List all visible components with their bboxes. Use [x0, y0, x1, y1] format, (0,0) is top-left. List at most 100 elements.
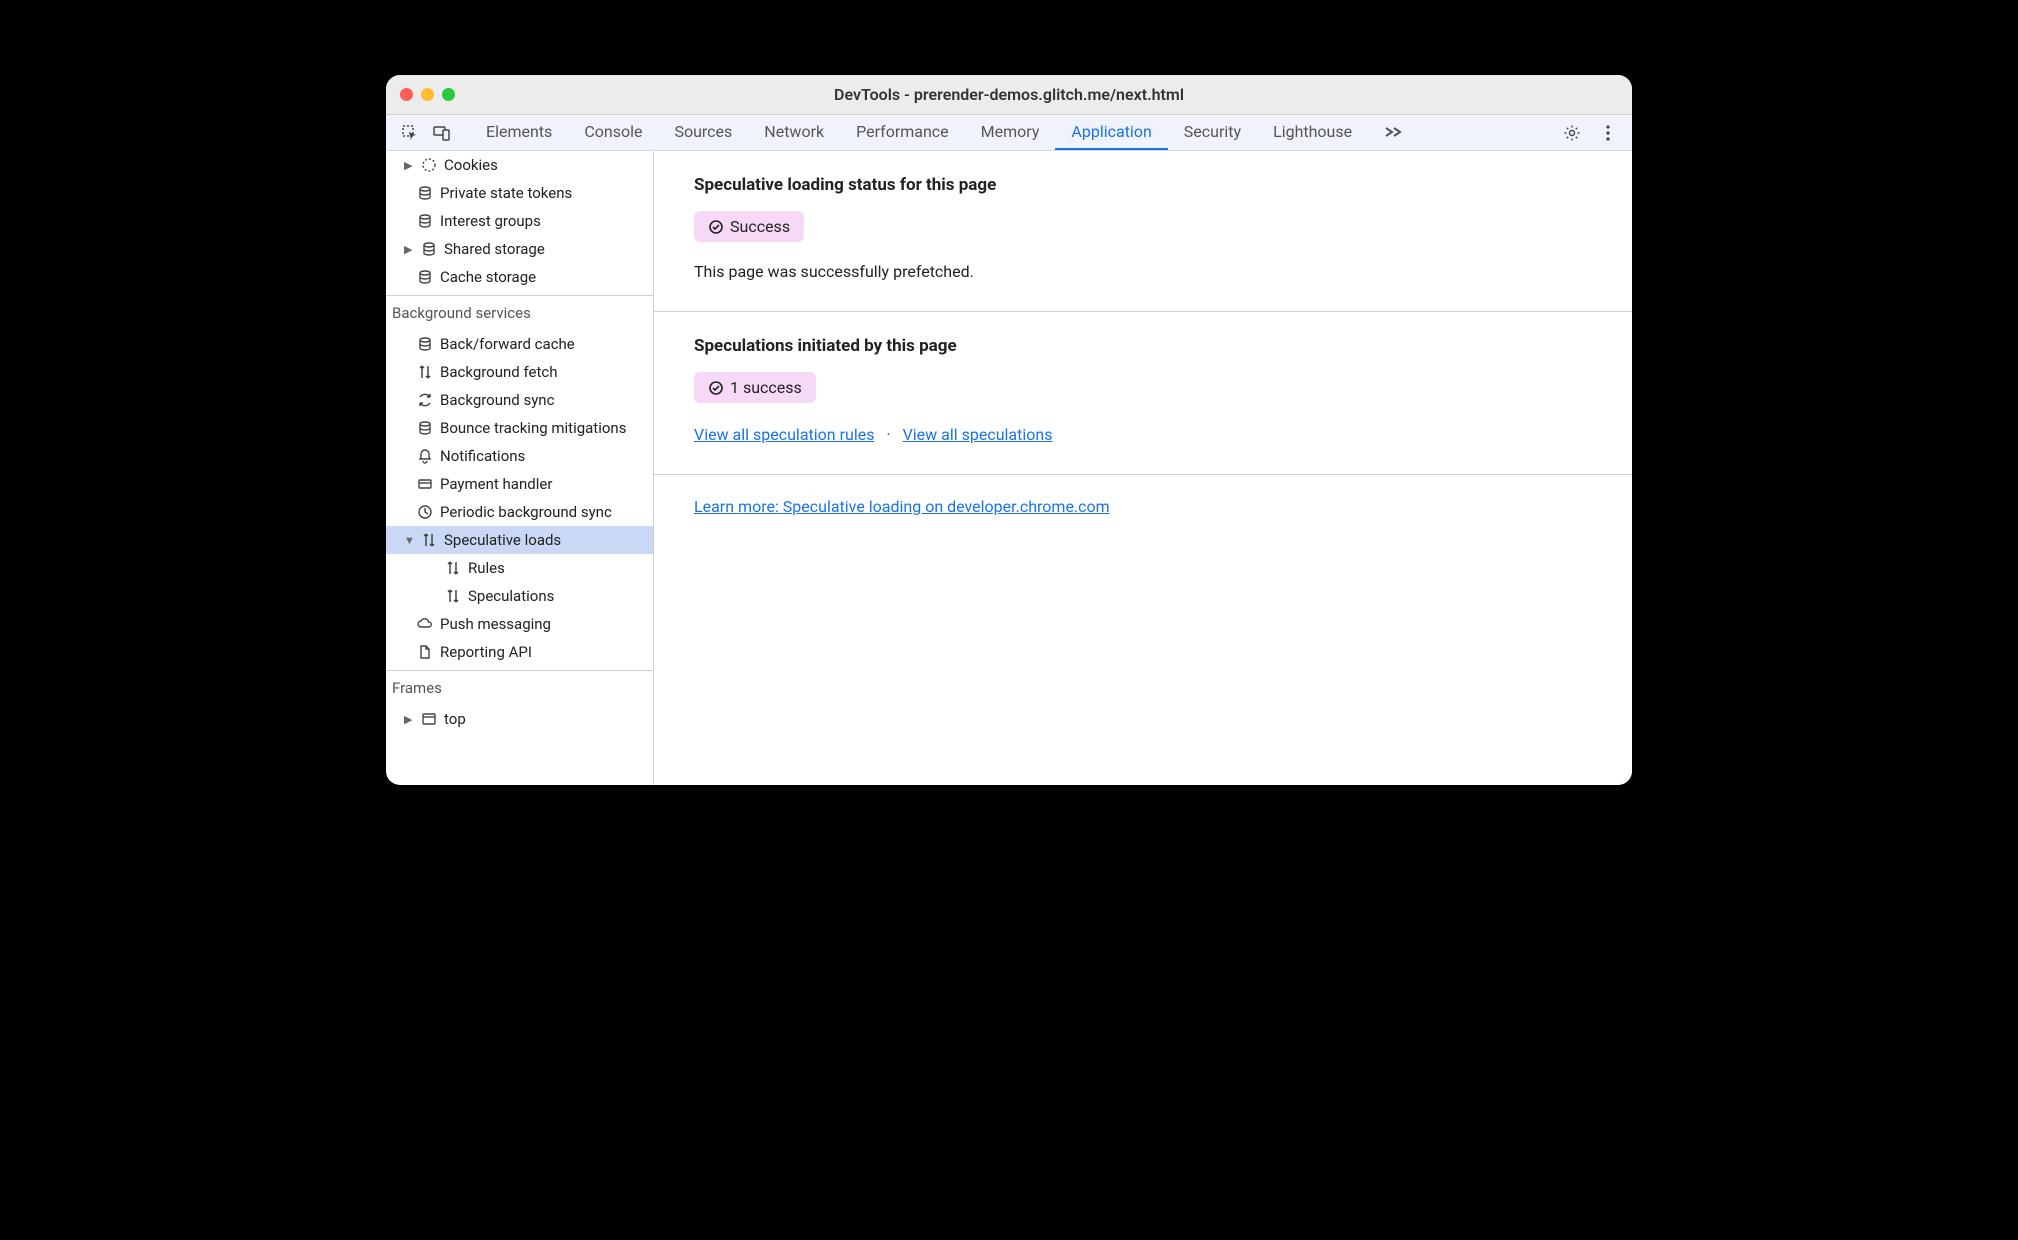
sidebar-section-frames: Frames [386, 671, 653, 705]
panel-tabs: Elements Console Sources Network Perform… [470, 115, 1418, 150]
tab-console[interactable]: Console [568, 115, 658, 150]
sidebar-section-background-services: Background services [386, 296, 653, 330]
collapse-arrow-icon: ▼ [404, 534, 414, 547]
close-window-button[interactable] [400, 88, 413, 101]
window-controls [386, 88, 455, 101]
card-icon [416, 475, 434, 493]
tab-memory[interactable]: Memory [965, 115, 1056, 150]
sidebar-item-background-fetch[interactable]: Background fetch [386, 358, 653, 386]
expand-arrow-icon: ▶ [404, 713, 414, 726]
sidebar-item-speculations[interactable]: Speculations [386, 582, 653, 610]
maximize-window-button[interactable] [442, 88, 455, 101]
tab-network[interactable]: Network [748, 115, 840, 150]
sidebar-item-push-messaging[interactable]: Push messaging [386, 610, 653, 638]
sidebar-item-label: Speculations [468, 587, 554, 605]
bell-icon [416, 447, 434, 465]
sidebar-item-label: Notifications [440, 447, 525, 465]
sidebar-item-label: Periodic background sync [440, 503, 612, 521]
view-rules-link[interactable]: View all speculation rules [694, 425, 874, 444]
sidebar-item-label: Cookies [444, 156, 498, 174]
sidebar-item-label: Background sync [440, 391, 554, 409]
sidebar-item-cookies[interactable]: ▶ Cookies [386, 151, 653, 179]
inspect-element-icon[interactable] [396, 119, 424, 147]
tab-application[interactable]: Application [1055, 115, 1167, 150]
content-area: ▶ Cookies Private state tokens Interest … [386, 151, 1632, 785]
sidebar-item-periodic-background-sync[interactable]: Periodic background sync [386, 498, 653, 526]
sidebar-item-label: Back/forward cache [440, 335, 575, 353]
devtools-toolbar: Elements Console Sources Network Perform… [386, 115, 1632, 151]
view-speculations-link[interactable]: View all speculations [903, 425, 1053, 444]
sidebar-item-shared-storage[interactable]: ▶ Shared storage [386, 235, 653, 263]
initiated-badge-label: 1 success [730, 378, 802, 397]
database-icon [416, 419, 434, 437]
database-icon [416, 268, 434, 286]
application-sidebar: ▶ Cookies Private state tokens Interest … [386, 151, 654, 785]
devtools-window: DevTools - prerender-demos.glitch.me/nex… [386, 75, 1632, 785]
tab-lighthouse[interactable]: Lighthouse [1257, 115, 1368, 150]
sidebar-item-back-forward-cache[interactable]: Back/forward cache [386, 330, 653, 358]
sidebar-item-private-state-tokens[interactable]: Private state tokens [386, 179, 653, 207]
more-tabs-icon[interactable] [1368, 115, 1418, 150]
tab-performance[interactable]: Performance [840, 115, 965, 150]
database-icon [420, 240, 438, 258]
sidebar-item-label: Interest groups [440, 212, 541, 230]
sidebar-item-label: Cache storage [440, 268, 536, 286]
main-panel: Speculative loading status for this page… [654, 151, 1632, 785]
sidebar-item-rules[interactable]: Rules [386, 554, 653, 582]
sidebar-item-label: Payment handler [440, 475, 552, 493]
sidebar-item-bounce-tracking[interactable]: Bounce tracking mitigations [386, 414, 653, 442]
sync-icon [416, 391, 434, 409]
status-description: This page was successfully prefetched. [694, 262, 1592, 281]
tab-sources[interactable]: Sources [658, 115, 748, 150]
check-circle-icon [708, 219, 724, 235]
sidebar-item-background-sync[interactable]: Background sync [386, 386, 653, 414]
status-badge: Success [694, 211, 804, 242]
status-section: Speculative loading status for this page… [654, 151, 1632, 312]
learn-more-link[interactable]: Learn more: Speculative loading on devel… [694, 497, 1110, 516]
sidebar-item-frame-top[interactable]: ▶ top [386, 705, 653, 733]
arrows-icon [444, 587, 462, 605]
database-icon [416, 184, 434, 202]
cloud-icon [416, 615, 434, 633]
more-options-icon[interactable] [1594, 119, 1622, 147]
sidebar-item-speculative-loads[interactable]: ▼ Speculative loads [386, 526, 653, 554]
window-title: DevTools - prerender-demos.glitch.me/nex… [386, 85, 1632, 104]
sidebar-item-label: Shared storage [444, 240, 545, 258]
link-separator: · [886, 425, 890, 444]
window-icon [420, 710, 438, 728]
tab-elements[interactable]: Elements [470, 115, 568, 150]
cookie-icon [420, 156, 438, 174]
sidebar-item-reporting-api[interactable]: Reporting API [386, 638, 653, 666]
sidebar-item-label: Private state tokens [440, 184, 572, 202]
sidebar-item-label: Reporting API [440, 643, 532, 661]
initiated-heading: Speculations initiated by this page [694, 336, 1592, 356]
database-icon [416, 212, 434, 230]
database-icon [416, 335, 434, 353]
sidebar-item-interest-groups[interactable]: Interest groups [386, 207, 653, 235]
expand-arrow-icon: ▶ [404, 159, 414, 172]
status-heading: Speculative loading status for this page [694, 175, 1592, 195]
clock-icon [416, 503, 434, 521]
arrows-icon [420, 531, 438, 549]
sidebar-item-label: Background fetch [440, 363, 557, 381]
device-toggle-icon[interactable] [428, 119, 456, 147]
settings-icon[interactable] [1558, 119, 1586, 147]
sidebar-item-label: Push messaging [440, 615, 551, 633]
arrows-icon [416, 363, 434, 381]
initiated-section: Speculations initiated by this page 1 su… [654, 312, 1632, 475]
tab-security[interactable]: Security [1168, 115, 1257, 150]
status-badge-label: Success [730, 217, 790, 236]
titlebar: DevTools - prerender-demos.glitch.me/nex… [386, 75, 1632, 115]
sidebar-item-payment-handler[interactable]: Payment handler [386, 470, 653, 498]
minimize-window-button[interactable] [421, 88, 434, 101]
initiated-badge: 1 success [694, 372, 816, 403]
file-icon [416, 643, 434, 661]
sidebar-item-notifications[interactable]: Notifications [386, 442, 653, 470]
sidebar-item-cache-storage[interactable]: Cache storage [386, 263, 653, 291]
sidebar-item-label: Speculative loads [444, 531, 561, 549]
sidebar-item-label: top [444, 710, 466, 728]
sidebar-item-label: Rules [468, 559, 505, 577]
expand-arrow-icon: ▶ [404, 243, 414, 256]
sidebar-item-label: Bounce tracking mitigations [440, 419, 626, 437]
check-circle-icon [708, 380, 724, 396]
